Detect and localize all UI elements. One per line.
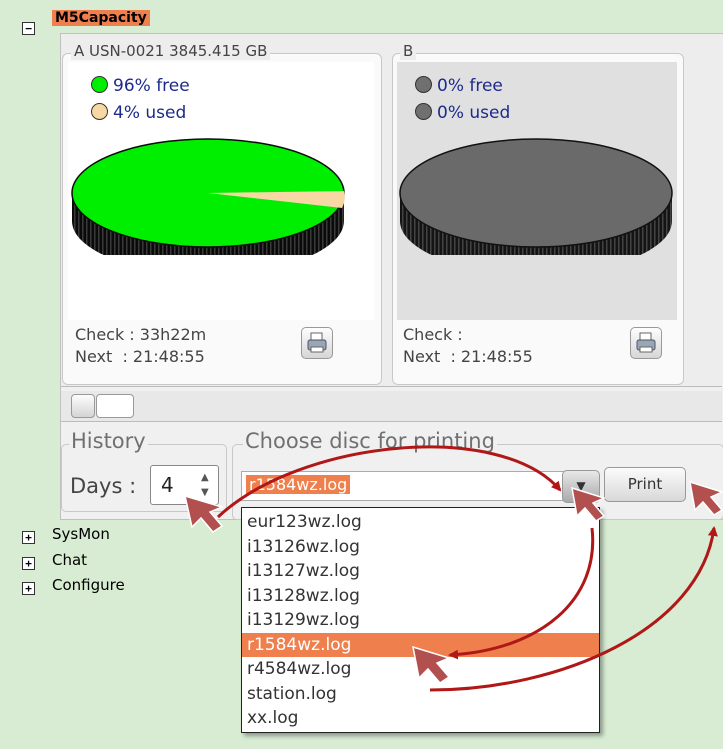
next-text: Next : 21:48:55 (403, 347, 533, 366)
dropdown-option[interactable]: eur123wz.log (242, 510, 599, 535)
print-disc-b-button[interactable] (630, 327, 662, 359)
dropdown-toggle-button[interactable]: ▼ (562, 470, 600, 503)
dropdown-option[interactable]: r4584wz.log (242, 657, 599, 682)
tree-node-sysmon[interactable]: SysMon (52, 525, 110, 543)
disc-card-a-title: A USN-0021 3845.415 GB (71, 42, 271, 60)
dropdown-option[interactable]: station.log (242, 682, 599, 707)
print-disc-a-button[interactable] (301, 327, 333, 359)
dropdown-option[interactable]: i13126wz.log (242, 535, 599, 560)
legend-swatch-free (91, 76, 108, 93)
legend-label: 4% used (113, 103, 187, 123)
disc-log-combobox[interactable]: r1584wz.log (241, 471, 598, 501)
tree-node-configure[interactable]: Configure (52, 576, 125, 594)
legend-used-b: 0% used (415, 103, 510, 123)
dropdown-option[interactable]: i13129wz.log (242, 608, 599, 633)
pie-b-empty-slice (399, 138, 673, 248)
chevron-down-icon: ▼ (576, 479, 586, 493)
legend-swatch-used (415, 103, 432, 120)
dropdown-option[interactable]: i13127wz.log (242, 559, 599, 584)
legend-swatch-used (91, 103, 108, 120)
days-value[interactable]: 4 (161, 473, 174, 497)
legend-label: 0% used (437, 103, 511, 123)
legend-label: 0% free (437, 76, 503, 96)
scrollbar-arrow-left[interactable] (71, 394, 95, 418)
legend-used-a: 4% used (91, 103, 186, 123)
check-info-b: Check : Next : 21:48:55 (403, 324, 533, 368)
expand-toggle-configure[interactable]: + (22, 582, 35, 595)
disc-card-b-title: B (400, 42, 417, 60)
collapse-toggle[interactable]: − (22, 22, 35, 35)
expand-toggle-chat[interactable]: + (22, 557, 35, 570)
legend-free-b: 0% free (415, 76, 503, 96)
check-text: Check : (403, 325, 463, 344)
tree-node-m5capacity[interactable]: M5Capacity (52, 10, 150, 26)
days-spinbox[interactable]: 4 ▲ ▼ (150, 465, 219, 505)
combobox-selected-value[interactable]: r1584wz.log (246, 475, 351, 494)
printer-icon (307, 332, 327, 353)
dropdown-option[interactable]: r1584wz.log (242, 632, 599, 657)
expand-toggle-sysmon[interactable]: + (22, 531, 35, 544)
history-title: History (69, 429, 148, 453)
print-button-label: Print (627, 475, 663, 493)
dropdown-option[interactable]: xx.log (242, 706, 599, 731)
legend-swatch-free (415, 76, 432, 93)
spin-down-icon[interactable]: ▼ (201, 487, 209, 498)
dropdown-options: eur123wz.log i13126wz.log i13127wz.log i131… (242, 508, 599, 731)
spin-up-icon[interactable]: ▲ (201, 472, 209, 483)
pie-chart-b (399, 138, 673, 255)
printer-icon (636, 332, 656, 353)
pie-chart-a (71, 138, 345, 255)
disc-log-dropdown-list[interactable]: eur123wz.log i13126wz.log i13127wz.log i131… (241, 507, 600, 733)
next-text: Next : 21:48:55 (75, 347, 205, 366)
dropdown-option[interactable]: i13128wz.log (242, 584, 599, 609)
check-info-a: Check : 33h22m Next : 21:48:55 (75, 324, 206, 368)
tree-node-chat[interactable]: Chat (52, 551, 87, 569)
days-label: Days : (70, 474, 137, 498)
legend-label: 96% free (113, 76, 190, 96)
scrollbar-thumb[interactable] (96, 394, 134, 418)
print-group-title: Choose disc for printing (243, 429, 497, 453)
check-text: Check : 33h22m (75, 325, 207, 344)
legend-free-a: 96% free (91, 76, 190, 96)
print-button[interactable]: Print (604, 467, 686, 502)
horizontal-scrollbar[interactable] (61, 391, 722, 422)
